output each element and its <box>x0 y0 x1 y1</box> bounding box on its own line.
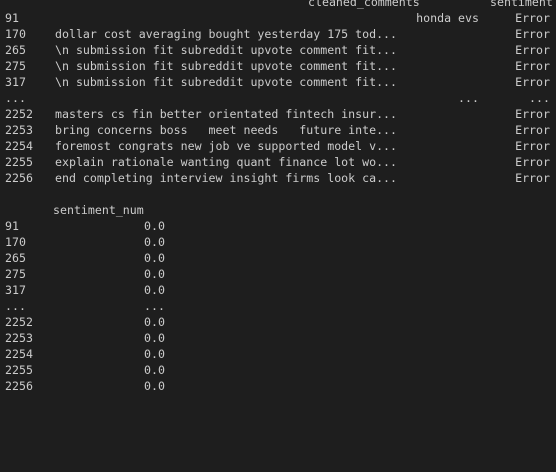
table-row: 2256 0.0 <box>0 378 556 394</box>
row-index: 170 <box>5 27 26 41</box>
cleaned-comment-cell: masters cs fin better orientated fintech… <box>55 107 398 121</box>
table-row: 275 0.0 <box>0 266 556 282</box>
row-index: 317 <box>5 283 26 297</box>
sentiment-num-cell: 0.0 <box>144 363 165 377</box>
sentiment-num-cell: 0.0 <box>144 331 165 345</box>
table-row: 317 0.0 <box>0 282 556 298</box>
sentiment-cell: Error <box>515 123 550 137</box>
sentiment-cell: Error <box>515 107 550 121</box>
table-row: 2254 0.0 <box>0 346 556 362</box>
row-index: 275 <box>5 59 26 73</box>
table1-header-row: cleaned_comments sentiment <box>0 0 556 10</box>
table-row: ......... <box>0 90 556 106</box>
table1-body: 91 honda evs Error 170 dollar cost averaging… <box>0 10 556 186</box>
sentiment-cell: Error <box>515 171 550 185</box>
table-row: 2253 0.0 <box>0 330 556 346</box>
sentiment-num-cell: 0.0 <box>144 235 165 249</box>
sentiment-cell: Error <box>515 11 550 25</box>
cleaned-comment-cell: foremost congrats new job ve supported m… <box>55 139 398 153</box>
cleaned-comment-cell: \n submission fit subreddit upvote comme… <box>55 43 398 57</box>
sentiment-cell: Error <box>515 27 550 41</box>
cleaned-comment-cell: dollar cost averaging bought yesterday 1… <box>55 27 398 41</box>
sentiment-cell: Error <box>515 59 550 73</box>
table-row: 170 dollar cost averaging bought yesterda… <box>0 26 556 42</box>
sentiment-num-cell: ... <box>144 299 165 313</box>
row-index: 2252 <box>5 315 33 329</box>
table-row: 91 0.0 <box>0 218 556 234</box>
row-index: 91 <box>5 11 19 25</box>
row-index: 2255 <box>5 363 33 377</box>
sentiment-cell: Error <box>515 43 550 57</box>
sentiment-cell: Error <box>515 155 550 169</box>
cleaned-comment-cell: bring concerns boss meet needs future in… <box>55 123 398 137</box>
cleaned-comment-cell: \n submission fit subreddit upvote comme… <box>55 75 398 89</box>
sentiment-num-cell: 0.0 <box>144 347 165 361</box>
table-row: 2255 0.0 <box>0 362 556 378</box>
sentiment-num-cell: 0.0 <box>144 315 165 329</box>
row-index: 2253 <box>5 123 33 137</box>
sentiment-cell: Error <box>515 75 550 89</box>
table-row: 2254 foremost congrats new job ve support… <box>0 138 556 154</box>
table-row: 91 honda evs Error <box>0 10 556 26</box>
sentiment-num-cell: 0.0 <box>144 379 165 393</box>
table-row: 2256 end completing interview insight fir… <box>0 170 556 186</box>
sentiment-num-cell: 0.0 <box>144 251 165 265</box>
row-index: 2254 <box>5 139 33 153</box>
sentiment-cell: Error <box>515 139 550 153</box>
column-header-sentiment: sentiment <box>490 0 553 9</box>
sentiment-num-cell: 0.0 <box>144 283 165 297</box>
row-index: 2255 <box>5 155 33 169</box>
row-index: 2254 <box>5 347 33 361</box>
sentiment-num-cell: 0.0 <box>144 267 165 281</box>
table-row: ...... <box>0 298 556 314</box>
table-row: 265 \n submission fit subreddit upvote co… <box>0 42 556 58</box>
cell-output: cleaned_comments sentiment 91 honda evs Er… <box>0 0 556 394</box>
row-index: 265 <box>5 251 26 265</box>
table-row: 2252 0.0 <box>0 314 556 330</box>
row-index: ... <box>5 91 26 105</box>
table-row: 2255 explain rationale wanting quant fina… <box>0 154 556 170</box>
row-index: 170 <box>5 235 26 249</box>
row-index: 317 <box>5 75 26 89</box>
cleaned-comment-cell: honda evs <box>416 11 479 25</box>
table2-header-row: sentiment_num <box>0 202 556 218</box>
cleaned-comment-cell: \n submission fit subreddit upvote comme… <box>55 59 398 73</box>
row-index: 265 <box>5 43 26 57</box>
table-row: 275 \n submission fit subreddit upvote co… <box>0 58 556 74</box>
sentiment-num-cell: 0.0 <box>144 219 165 233</box>
table-row: 2252 masters cs fin better orientated fin… <box>0 106 556 122</box>
row-index: 2253 <box>5 331 33 345</box>
table2-body: 91 0.0 170 0.0 265 0.0 275 0.0 317 0.0...... 2252 0… <box>0 218 556 394</box>
row-index: ... <box>5 299 26 313</box>
cleaned-comment-cell: end completing interview insight firms l… <box>55 171 398 185</box>
cleaned-comment-cell: ... <box>458 91 479 105</box>
column-header-cleaned-comments: cleaned_comments <box>308 0 420 9</box>
table-row: 317 \n submission fit subreddit upvote co… <box>0 74 556 90</box>
cleaned-comment-cell: explain rationale wanting quant finance … <box>55 155 398 169</box>
table-row: 265 0.0 <box>0 250 556 266</box>
row-index: 2256 <box>5 171 33 185</box>
column-header-sentiment-num: sentiment_num <box>53 203 144 217</box>
row-index: 2256 <box>5 379 33 393</box>
table-row: 2253 bring concerns boss meet needs futur… <box>0 122 556 138</box>
row-index: 275 <box>5 267 26 281</box>
table-row: 170 0.0 <box>0 234 556 250</box>
row-index: 91 <box>5 219 19 233</box>
sentiment-cell: ... <box>529 91 550 105</box>
row-index: 2252 <box>5 107 33 121</box>
